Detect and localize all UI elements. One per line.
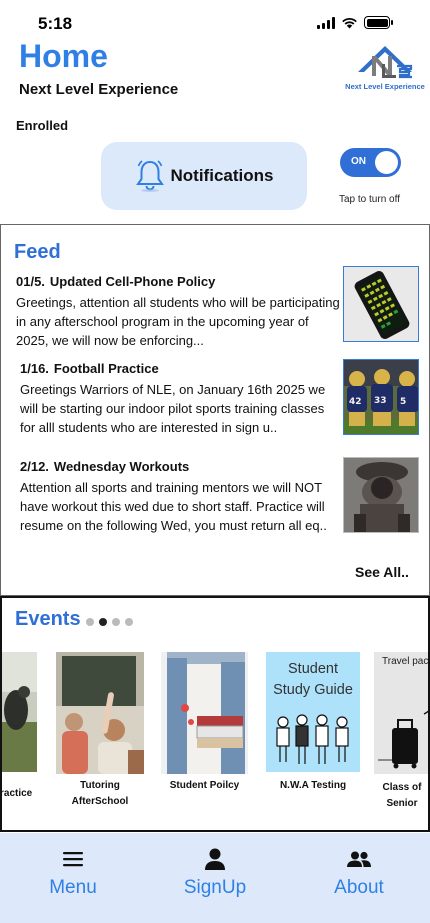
- notifications-button[interactable]: Notifications: [101, 142, 307, 210]
- nav-signup[interactable]: SignUp: [160, 847, 270, 899]
- svg-text:42: 42: [349, 397, 362, 407]
- feed-item-body: Greetings Warriors of NLE, on January 16…: [20, 382, 326, 435]
- see-all-link[interactable]: See All..: [355, 564, 409, 580]
- feed-item-title: Updated Cell-Phone Policy: [49, 274, 216, 289]
- feed-item-title: Wednesday Workouts: [53, 459, 190, 474]
- cellular-signal-icon: [317, 16, 335, 29]
- feed-item-date: 01/5.: [16, 274, 45, 289]
- toggle-knob: [375, 151, 398, 174]
- students-illustration: [276, 714, 349, 764]
- pagination-dot-active[interactable]: [99, 618, 107, 626]
- bottom-nav: Menu SignUp About: [0, 833, 430, 923]
- feed-item-date: 1/16.: [20, 361, 49, 376]
- nav-menu-label: Menu: [49, 877, 97, 898]
- event-card[interactable]: Student Study Guide N.W.A Testing: [266, 652, 360, 794]
- feed-title: Feed: [14, 241, 61, 263]
- page-subtitle: Next Level Experience: [19, 81, 179, 98]
- event-label: Tutoring AfterSchool: [71, 780, 129, 807]
- event-card[interactable]: ractice: [0, 652, 37, 802]
- suitcase-illustration: [378, 710, 428, 769]
- status-icons: [317, 16, 393, 29]
- events-title: Events: [15, 608, 81, 630]
- football-image: 42 33 5: [344, 360, 418, 434]
- svg-text:5: 5: [400, 397, 406, 407]
- nle-logo: Next Level Experience: [342, 42, 428, 92]
- practice-image: [2, 652, 37, 772]
- page-title: Home: [19, 38, 108, 74]
- travel-image: Travel pac: [374, 652, 429, 774]
- feed-item-date: 2/12.: [20, 459, 49, 474]
- travel-image-text: Travel pac: [382, 656, 429, 667]
- event-label: N.W.A Testing: [279, 780, 347, 791]
- feed-thumb-workout[interactable]: [343, 457, 419, 533]
- enrollment-status: Enrolled: [16, 118, 69, 133]
- student-policy-image: [161, 652, 248, 774]
- toggle-caption: Tap to turn off: [339, 194, 400, 205]
- tutoring-image: [56, 652, 144, 774]
- event-label: Student Poilcy: [169, 780, 240, 791]
- nav-about[interactable]: About: [304, 847, 414, 899]
- nav-signup-label: SignUp: [183, 877, 247, 898]
- feed-thumb-football[interactable]: 42 33 5: [343, 359, 419, 435]
- event-card[interactable]: Student Poilcy: [161, 652, 248, 794]
- toggle-state: ON: [351, 156, 366, 167]
- nle-logo-mark: [358, 46, 413, 79]
- battery-icon: [364, 16, 393, 29]
- status-time: 5:18: [38, 14, 73, 33]
- person-icon: [205, 848, 225, 870]
- svg-text:33: 33: [374, 396, 387, 406]
- feed-item[interactable]: 01/5. Updated Cell-Phone Policy Greeting…: [16, 274, 341, 350]
- nav-about-label: About: [334, 877, 384, 898]
- nav-menu[interactable]: Menu: [18, 847, 128, 899]
- events-pagination[interactable]: [86, 618, 133, 626]
- events-section: Events ractice Tutoring AfterSchool Stud…: [0, 596, 430, 832]
- feed-item[interactable]: 2/12. Wednesday Workouts Attention all s…: [20, 459, 342, 535]
- event-label: ractice: [0, 788, 33, 799]
- event-label: Class of Senior: [382, 782, 422, 809]
- phone-image: [344, 267, 418, 341]
- wifi-icon: [342, 18, 357, 29]
- feed-item-body: Attention all sports and training mentor…: [20, 480, 327, 533]
- study-guide-text: Student Study Guide: [273, 661, 353, 698]
- feed-item[interactable]: 1/16. Football Practice Greetings Warrio…: [20, 361, 342, 437]
- notifications-toggle[interactable]: ON: [340, 148, 401, 177]
- notifications-label: Notifications: [170, 166, 274, 185]
- feed-item-body: Greetings, attention all students who wi…: [16, 295, 340, 348]
- study-guide-image: Student Study Guide: [266, 652, 360, 772]
- feed-section: Feed 01/5. Updated Cell-Phone Policy Gre…: [0, 224, 430, 596]
- logo-caption: Next Level Experience: [345, 82, 425, 91]
- workout-image: [344, 458, 418, 532]
- pagination-dot[interactable]: [112, 618, 120, 626]
- feed-thumb-phone[interactable]: [343, 266, 419, 342]
- event-card[interactable]: Tutoring AfterSchool: [56, 652, 144, 810]
- pagination-dot[interactable]: [86, 618, 94, 626]
- pagination-dot[interactable]: [125, 618, 133, 626]
- feed-item-title: Football Practice: [53, 361, 159, 376]
- event-card[interactable]: Travel pac Class of Senior: [374, 652, 429, 812]
- group-icon: [347, 851, 371, 867]
- hamburger-icon: [63, 852, 83, 867]
- bell-icon: [135, 160, 164, 192]
